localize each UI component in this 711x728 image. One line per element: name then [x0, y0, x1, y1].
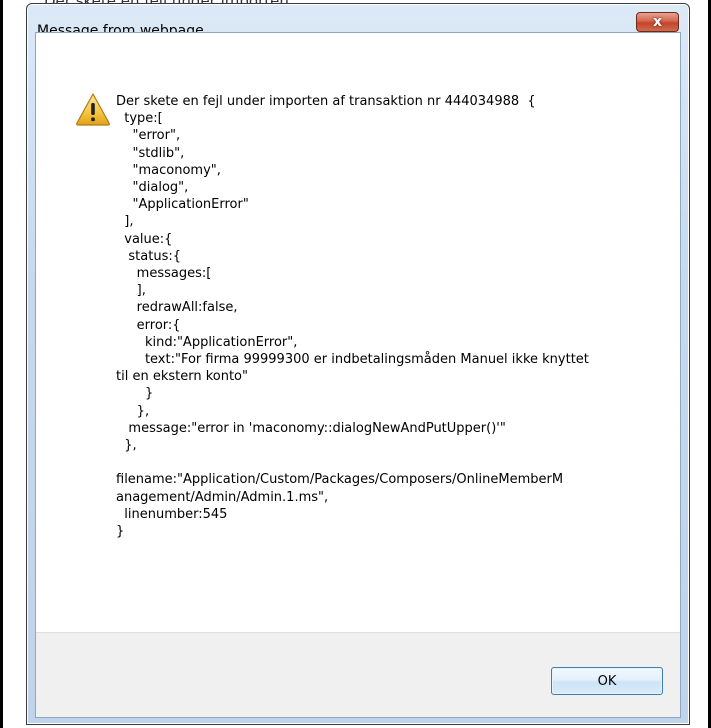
page: Der skete en fejl under importen Message…: [0, 0, 711, 728]
warning-icon: [76, 93, 110, 126]
message-dialog: Message from webpage x Der skete en fejl: [26, 3, 690, 725]
dialog-button-bar: OK: [36, 632, 680, 717]
close-icon: x: [652, 14, 663, 30]
error-message-text: Der skete en fejl under importen af tran…: [116, 94, 589, 540]
dialog-content: Der skete en fejl under importen af tran…: [35, 32, 681, 718]
ok-button[interactable]: OK: [551, 667, 663, 695]
left-border-rule: [0, 0, 3, 728]
close-button[interactable]: x: [636, 12, 679, 32]
